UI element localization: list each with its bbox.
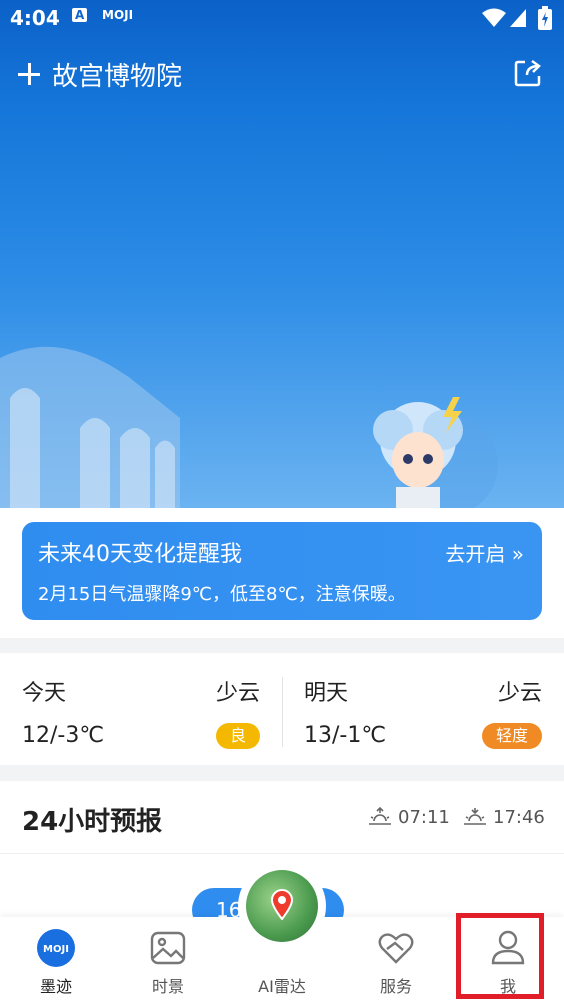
service-heart-icon xyxy=(378,933,414,964)
nav-scenes-label: 时景 xyxy=(151,977,184,996)
sunset-info: 17:46 xyxy=(463,807,545,828)
sunset-time: 17:46 xyxy=(493,807,545,828)
today-aqi-badge: 良 xyxy=(215,723,260,749)
a-notification-icon: A xyxy=(72,8,88,22)
tomorrow-temp: 13/-1℃ xyxy=(304,723,387,748)
ai-radar-button[interactable] xyxy=(238,862,326,950)
signal-icon xyxy=(510,9,526,27)
today-temp: 12/-3℃ xyxy=(22,723,105,748)
nav-ai-radar-label: AI雷达 xyxy=(258,977,306,996)
two-day-summary: 今天 少云 12/-3℃ 良 明天 少云 13/-1℃ 轻度 xyxy=(0,653,564,765)
svg-text:MOJI: MOJI xyxy=(43,944,69,955)
status-bar: 4:04 A MOJI xyxy=(0,0,564,36)
tomorrow-condition: 少云 xyxy=(497,681,542,706)
add-city-button[interactable] xyxy=(18,54,42,94)
nav-scenes[interactable]: 时景 xyxy=(112,917,224,1004)
nav-moji[interactable]: MOJI 墨迹 xyxy=(0,917,112,1004)
sunrise-icon xyxy=(369,806,391,825)
radar-map-icon xyxy=(246,870,318,942)
tomorrow-aqi-badge: 轻度 xyxy=(481,723,542,749)
selection-highlight-box xyxy=(456,913,544,999)
moji-notification-icon: MOJI xyxy=(102,8,134,22)
share-icon[interactable] xyxy=(513,58,543,88)
location-pin-icon xyxy=(270,889,294,920)
status-time: 4:04 xyxy=(10,6,60,30)
nav-services[interactable]: 服务 xyxy=(340,917,452,1004)
tomorrow-card[interactable]: 明天 少云 13/-1℃ 轻度 xyxy=(282,653,564,765)
reminder-enable-link[interactable]: 去开启 » xyxy=(445,538,524,567)
tomorrow-label: 明天 xyxy=(304,681,349,706)
palace-buildings-decoration xyxy=(0,346,180,508)
today-card[interactable]: 今天 少云 12/-3℃ 良 xyxy=(0,653,282,765)
top-bar: 故宫博物院 xyxy=(0,48,564,100)
forecast-divider xyxy=(0,853,564,854)
reminder-title: 未来40天变化提醒我 xyxy=(38,542,242,567)
picture-icon xyxy=(150,931,186,965)
sunset-icon xyxy=(464,808,486,825)
today-label: 今天 xyxy=(22,681,67,706)
nav-moji-label: 墨迹 xyxy=(39,977,72,996)
nav-services-label: 服务 xyxy=(379,977,412,996)
sunrise-info: 07:11 xyxy=(368,806,450,828)
wifi-icon xyxy=(482,8,506,27)
battery-icon xyxy=(538,6,552,30)
moji-logo-icon: MOJI xyxy=(37,929,75,967)
sunrise-time: 07:11 xyxy=(398,807,450,828)
reminder-description: 2月15日气温骤降9℃，低至8℃，注意保暖。 xyxy=(38,584,406,605)
weather-mascot-image xyxy=(373,397,498,508)
forty-day-reminder-card[interactable]: 未来40天变化提醒我 去开启 » 2月15日气温骤降9℃，低至8℃，注意保暖。 xyxy=(22,522,542,620)
hourly-forecast-title: 24小时预报 xyxy=(22,807,163,837)
location-title[interactable]: 故宫博物院 xyxy=(52,56,182,93)
today-condition: 少云 xyxy=(215,681,260,706)
